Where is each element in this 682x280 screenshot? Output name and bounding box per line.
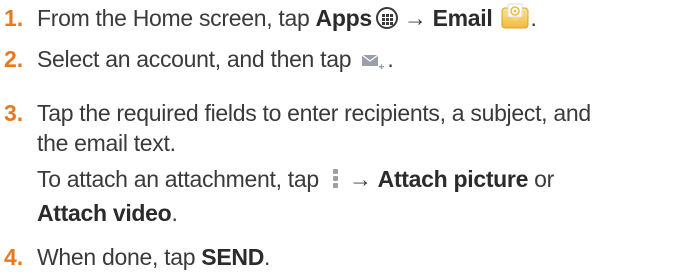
step-3-line-1: Tap the required fields to enter recipie…	[37, 96, 591, 130]
period: .	[530, 5, 537, 31]
arrow: →	[403, 5, 427, 31]
send-label: SEND	[201, 244, 264, 270]
email-app-icon	[500, 2, 530, 32]
step-3-line-3: To attach an attachment, tap → Attach pic…	[37, 162, 554, 196]
step-text: Select an account, and then tap	[37, 46, 358, 72]
step-text: Tap the required fields to enter recipie…	[37, 100, 591, 126]
apps-label: Apps	[315, 5, 373, 31]
step-text: When done, tap	[37, 244, 202, 270]
period: .	[387, 46, 394, 72]
arrow: →	[348, 166, 372, 192]
step-3-line-4: Attach video.	[37, 196, 178, 230]
step-text: or	[528, 166, 555, 192]
step-number: 3.	[4, 100, 24, 126]
step-text: the email text.	[37, 130, 176, 156]
attach-picture-label: Attach picture	[377, 166, 529, 192]
step-text: To attach an attachment, tap	[37, 166, 325, 192]
step-number: 2.	[4, 46, 24, 72]
apps-grid-icon	[375, 7, 398, 30]
step-2-line: Select an account, and then tap .	[37, 42, 394, 76]
compose-email-icon	[361, 48, 385, 70]
step-1-line: From the Home screen, tap Apps → Email.	[37, 1, 537, 37]
period: .	[171, 200, 178, 226]
email-label: Email	[432, 5, 493, 31]
more-options-menu-icon	[331, 167, 339, 191]
step-3-line-2: the email text.	[37, 126, 176, 160]
step-text: From the Home screen, tap	[37, 5, 316, 31]
step-4-line: When done, tap SEND.	[37, 240, 270, 274]
step-number: 4.	[4, 244, 24, 270]
attach-video-label: Attach video	[37, 200, 172, 226]
step-number: 1.	[4, 5, 24, 31]
period: .	[264, 244, 271, 270]
